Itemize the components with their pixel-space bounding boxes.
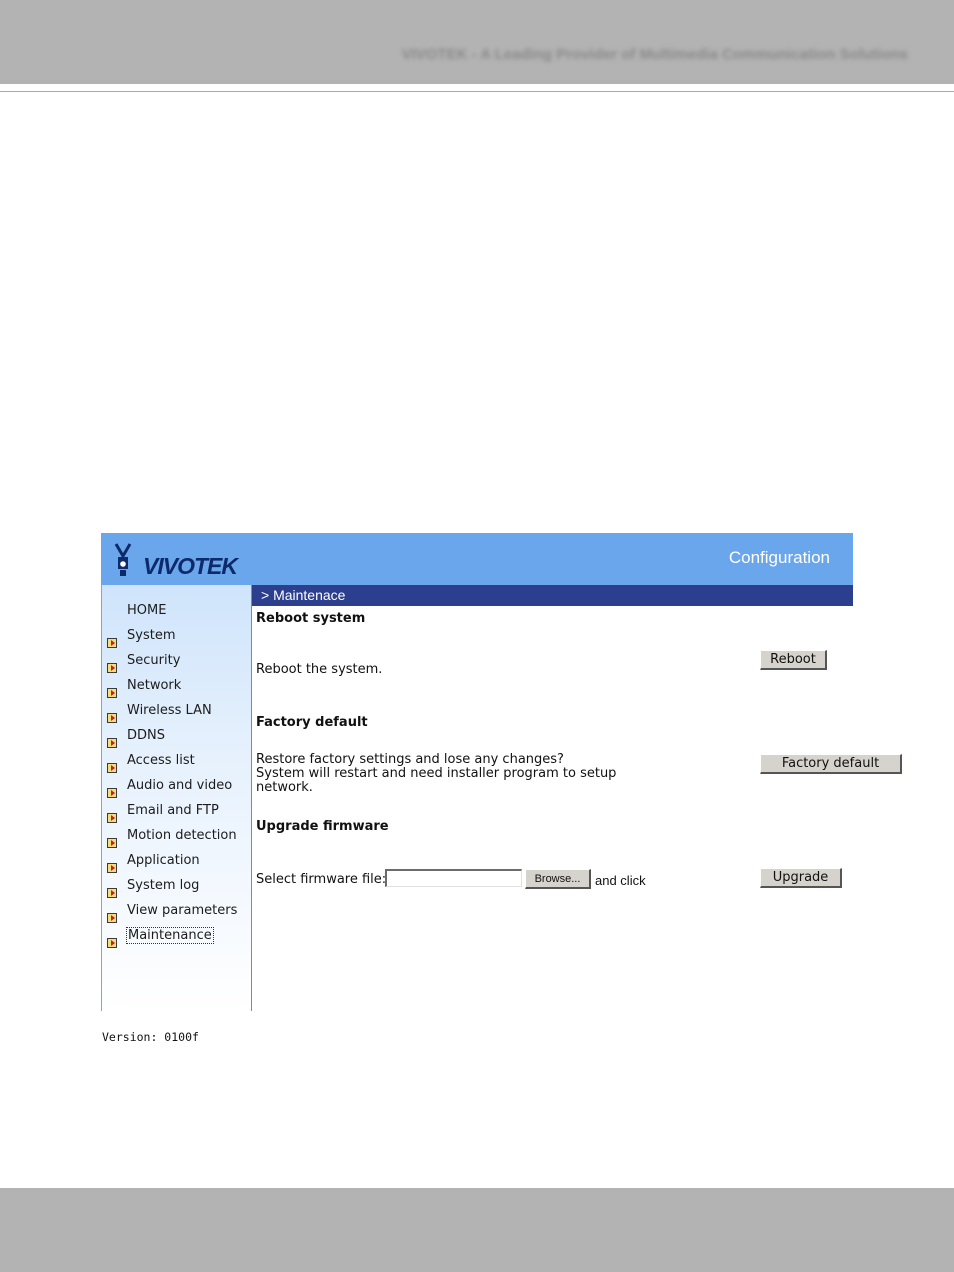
sidebar-item-system[interactable]: System	[102, 628, 253, 650]
sidebar-item-ddns[interactable]: DDNS	[102, 728, 253, 750]
arrow-right-icon	[107, 713, 117, 723]
browse-button[interactable]: Browse...	[525, 869, 591, 889]
sidebar-item-access-list[interactable]: Access list	[102, 753, 253, 775]
sidebar-item-wireless-lan[interactable]: Wireless LAN	[102, 703, 253, 725]
and-click-text: and click	[595, 873, 646, 888]
page-title: Configuration	[728, 548, 830, 567]
sidebar-item-label: Audio and video	[127, 778, 233, 793]
logo-text: VIVOTEK	[143, 553, 239, 578]
sidebar-item-network[interactable]: Network	[102, 678, 253, 700]
sidebar-item-label: Email and FTP	[127, 803, 219, 818]
factory-section-title: Factory default	[256, 715, 368, 730]
arrow-right-icon	[107, 738, 117, 748]
document-header-band: VIVOTEK - A Leading Provider of Multimed…	[0, 0, 954, 84]
sidebar-item-label: Access list	[127, 753, 195, 768]
arrow-right-icon	[107, 888, 117, 898]
arrow-right-icon	[107, 938, 117, 948]
version-label: Version: 0100f	[102, 1030, 199, 1044]
breadcrumb: > Maintenace	[252, 585, 853, 606]
sidebar-item-label: System	[127, 628, 176, 643]
sidebar-item-application[interactable]: Application	[102, 853, 253, 875]
upgrade-section-title: Upgrade firmware	[256, 819, 389, 834]
sidebar-item-view-parameters[interactable]: View parameters	[102, 903, 253, 925]
document-header-text: VIVOTEK - A Leading Provider of Multimed…	[401, 46, 908, 63]
configuration-screenshot: VIVOTEK Configuration HOME System Security…	[101, 533, 902, 1044]
app-header: VIVOTEK Configuration	[101, 533, 853, 585]
sidebar-item-email-and-ftp[interactable]: Email and FTP	[102, 803, 253, 825]
sidebar-item-system-log[interactable]: System log	[102, 878, 253, 900]
sidebar-item-label: Network	[127, 678, 182, 693]
arrow-right-icon	[107, 763, 117, 773]
breadcrumb-text: > Maintenace	[261, 587, 346, 603]
factory-description-line2: System will restart and need installer p…	[256, 766, 617, 781]
sidebar-item-security[interactable]: Security	[102, 653, 253, 675]
sidebar-item-label: DDNS	[127, 728, 165, 743]
arrow-right-icon	[107, 813, 117, 823]
sidebar-item-label: HOME	[127, 603, 167, 618]
sidebar: HOME System Security Network Wireless LAN DDN…	[101, 585, 253, 1044]
sidebar-item-label: View parameters	[127, 903, 238, 918]
firmware-file-label: Select firmware file:	[256, 872, 387, 887]
sidebar-item-label: Wireless LAN	[127, 703, 212, 718]
factory-description-line1: Restore factory settings and lose any ch…	[256, 752, 564, 767]
factory-default-button[interactable]: Factory default	[760, 754, 902, 774]
main-content: > Maintenace Reboot system Reboot the sy…	[252, 585, 902, 1011]
sidebar-item-label: Application	[127, 853, 200, 868]
arrow-right-icon	[107, 863, 117, 873]
factory-description-line3: network.	[256, 780, 313, 795]
firmware-file-input[interactable]	[385, 869, 522, 887]
arrow-right-icon	[107, 788, 117, 798]
arrow-right-icon	[107, 838, 117, 848]
reboot-description: Reboot the system.	[256, 662, 383, 677]
vivotek-logo: VIVOTEK	[114, 543, 240, 578]
sidebar-item-home[interactable]: HOME	[102, 603, 253, 625]
arrow-right-icon	[107, 663, 117, 673]
sidebar-item-label: Security	[127, 653, 181, 668]
sidebar-item-label: System log	[127, 878, 200, 893]
arrow-right-icon	[107, 638, 117, 648]
document-header-rule	[0, 91, 954, 92]
upgrade-button[interactable]: Upgrade	[760, 868, 842, 888]
reboot-button[interactable]: Reboot	[760, 650, 827, 670]
sidebar-item-audio-and-video[interactable]: Audio and video	[102, 778, 253, 800]
sidebar-item-maintenance[interactable]: Maintenance	[102, 927, 253, 950]
arrow-right-icon	[107, 913, 117, 923]
document-footer-band	[0, 1188, 954, 1272]
sidebar-item-label: Motion detection	[127, 828, 237, 843]
arrow-right-icon	[107, 688, 117, 698]
reboot-section-title: Reboot system	[256, 611, 366, 626]
sidebar-item-label: Maintenance	[126, 927, 214, 944]
sidebar-item-motion-detection[interactable]: Motion detection	[102, 828, 253, 850]
